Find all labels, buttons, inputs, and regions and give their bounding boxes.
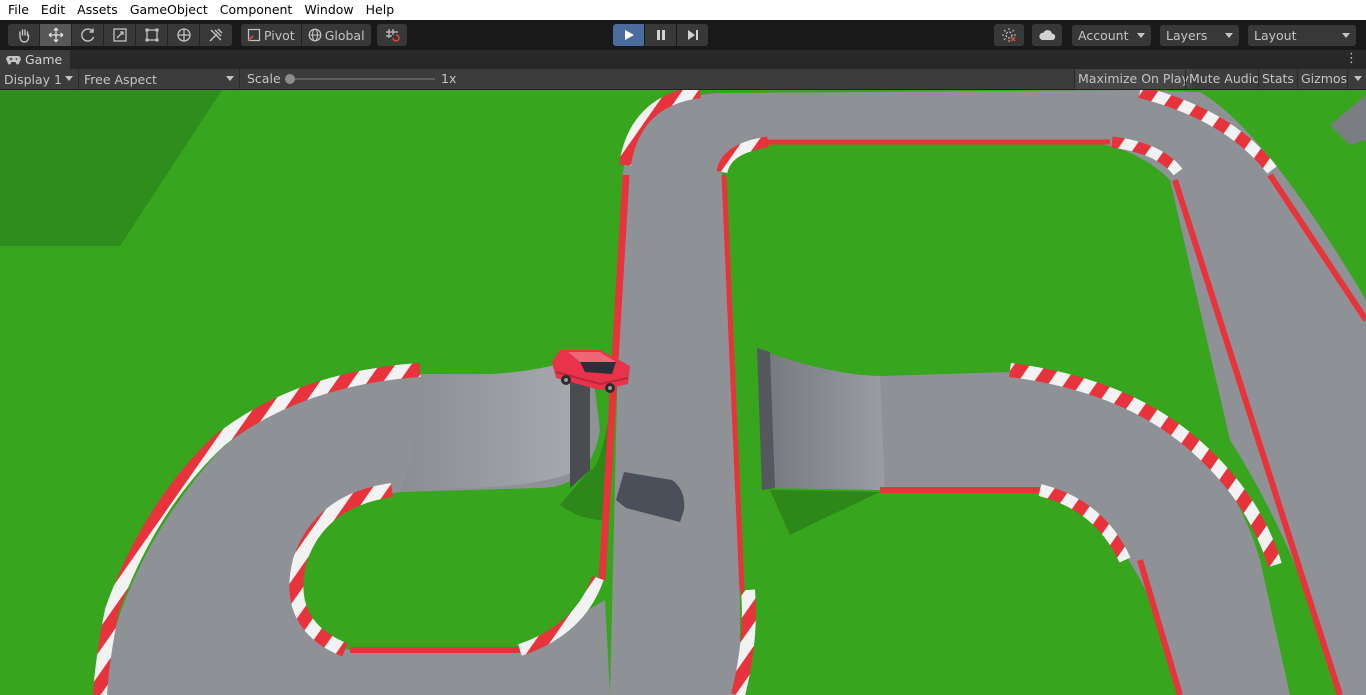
transform-tool-icon (176, 28, 191, 42)
move-tool-icon (48, 27, 63, 43)
chevron-down-icon (1225, 33, 1233, 38)
rect-tool-icon (145, 28, 158, 42)
game-view-toolbar: Display 1 Free Aspect Scale 1x Maximize … (0, 69, 1366, 90)
layers-dropdown[interactable]: Layers (1160, 25, 1239, 46)
move-tool-button[interactable] (40, 24, 72, 46)
gizmos-toggle[interactable]: Gizmos (1297, 69, 1350, 89)
cloud-icon (1039, 30, 1056, 40)
chevron-down-icon (65, 76, 73, 81)
layers-label: Layers (1166, 28, 1208, 43)
scale-slider-thumb[interactable] (285, 74, 295, 84)
scale-slider-track[interactable] (289, 78, 435, 80)
menu-window[interactable]: Window (298, 0, 359, 20)
chevron-down-icon (1342, 33, 1350, 38)
hand-tool-button[interactable] (8, 24, 40, 46)
play-icon (624, 30, 634, 40)
maximize-on-play-toggle[interactable]: Maximize On Play (1074, 69, 1192, 89)
step-icon (687, 30, 698, 40)
rect-tool-button[interactable] (136, 24, 168, 46)
kebab-menu-icon[interactable]: ⋮ (1345, 52, 1358, 66)
scale-value: 1x (441, 71, 457, 86)
stats-toggle[interactable]: Stats (1258, 69, 1297, 89)
pivot-toggle[interactable]: Pivot (241, 24, 302, 46)
display-label: Display 1 (4, 71, 63, 87)
menu-edit[interactable]: Edit (35, 0, 71, 20)
aspect-dropdown[interactable]: Free Aspect (80, 69, 240, 89)
display-dropdown[interactable]: Display 1 (0, 69, 79, 89)
tab-game-label: Game (25, 52, 63, 67)
transform-tool-button[interactable] (168, 24, 200, 46)
chevron-down-icon (226, 76, 234, 81)
menu-bar: File Edit Assets GameObject Component Wi… (0, 0, 1366, 20)
chevron-down-icon (1137, 33, 1145, 38)
custom-tool-icon (209, 28, 223, 42)
pause-icon (656, 30, 665, 40)
layout-dropdown[interactable]: Layout (1248, 25, 1356, 46)
global-label: Global (324, 27, 365, 43)
collab-button[interactable] (994, 24, 1024, 46)
rotate-tool-button[interactable] (72, 24, 104, 46)
pause-button[interactable] (645, 24, 676, 46)
layout-label: Layout (1254, 28, 1297, 43)
pivot-label: Pivot (264, 27, 295, 43)
collab-icon (1002, 28, 1016, 42)
game-viewport[interactable] (0, 90, 1366, 695)
scale-tool-icon (112, 28, 127, 42)
step-button[interactable] (677, 24, 708, 46)
account-dropdown[interactable]: Account (1072, 25, 1151, 46)
globe-icon (308, 28, 322, 42)
mute-audio-toggle[interactable]: Mute Audio (1185, 69, 1263, 89)
aspect-label: Free Aspect (84, 71, 157, 87)
menu-file[interactable]: File (2, 0, 35, 20)
play-button[interactable] (613, 24, 644, 46)
rotate-tool-icon (80, 28, 94, 42)
hand-tool-icon (18, 29, 29, 43)
custom-tool-button[interactable] (200, 24, 232, 46)
chevron-down-icon (1354, 76, 1362, 81)
gizmos-dropdown[interactable] (1347, 69, 1366, 89)
scale-label: Scale (247, 71, 281, 86)
main-toolbar: Pivot Global Account Layers Layout (0, 20, 1366, 50)
playmode-controls (613, 24, 708, 46)
cloud-button[interactable] (1032, 24, 1062, 46)
menu-assets[interactable]: Assets (71, 0, 124, 20)
pivot-global-group: Pivot Global (241, 24, 371, 46)
gamepad-icon (6, 55, 21, 64)
account-label: Account (1078, 28, 1129, 43)
tab-game[interactable]: Game (0, 50, 71, 69)
grid-snap-icon (386, 29, 400, 42)
menu-help[interactable]: Help (360, 0, 401, 20)
pivot-icon (247, 28, 261, 42)
transform-tools (8, 24, 232, 46)
global-toggle[interactable]: Global (302, 24, 371, 46)
panel-tab-bar: Game ⋮ (0, 50, 1366, 69)
race-track-scene (0, 90, 1366, 695)
menu-gameobject[interactable]: GameObject (124, 0, 214, 20)
scale-tool-button[interactable] (104, 24, 136, 46)
grid-snap-button[interactable] (377, 24, 407, 46)
menu-component[interactable]: Component (214, 0, 299, 20)
